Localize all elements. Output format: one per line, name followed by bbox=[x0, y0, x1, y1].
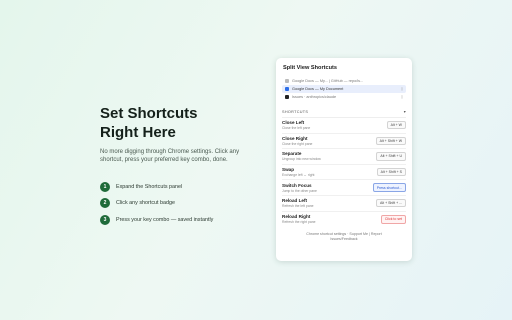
shortcut-desc: Refresh the right pane bbox=[282, 220, 316, 225]
step-item: 3 Press your key combo — saved instantly bbox=[100, 214, 270, 225]
shortcut-row: Separate Ungroup into new window Alt + Sh… bbox=[282, 149, 406, 165]
tab-list: Google Docs — My... | GitHub — repo/is..… bbox=[282, 77, 406, 101]
shortcut-badge[interactable]: Alt + Shift + S bbox=[376, 167, 406, 177]
shortcut-row: Reload Right Refresh the right pane Click… bbox=[282, 212, 406, 228]
shortcut-name: Reload Left bbox=[282, 198, 308, 204]
step-item: 1 Expand the Shortcuts panel bbox=[100, 181, 270, 192]
shortcut-name: Reload Right bbox=[282, 214, 311, 220]
tab-favicon-icon bbox=[285, 79, 289, 83]
step-number: 3 bbox=[100, 214, 110, 225]
shortcut-name: Separate bbox=[282, 151, 302, 157]
shortcut-desc: Close the right pane bbox=[282, 141, 313, 146]
github-favicon-icon bbox=[285, 95, 289, 99]
chevron-down-icon: ▾ bbox=[403, 109, 406, 114]
shortcut-list: Close Left Close the left pane Alt + W Cl… bbox=[282, 118, 406, 227]
shortcut-row: Close Right Close the right pane Alt + Sh… bbox=[282, 134, 406, 150]
shortcut-badge-recording[interactable]: Press shortcut... bbox=[372, 183, 406, 192]
hero-title: Set Shortcuts Right Here bbox=[100, 105, 198, 141]
shortcut-desc: Ungroup into new window bbox=[282, 157, 321, 162]
tab-item[interactable]: Google Docs — My... | GitHub — repo/is..… bbox=[282, 77, 406, 85]
step-text: Press your key combo — saved instantly bbox=[116, 216, 214, 223]
footer-links[interactable]: Chrome shortcut settings · Support Me | … bbox=[306, 232, 381, 236]
shortcut-name: Close Right bbox=[282, 135, 308, 141]
shortcut-badge[interactable]: Alt + W bbox=[386, 121, 406, 130]
shortcut-badge-unset[interactable]: Click to set bbox=[380, 215, 406, 224]
tab-label: Issues · anthropics/claude bbox=[292, 95, 337, 99]
shortcut-desc: Refresh the left pane bbox=[282, 204, 314, 209]
shortcuts-section-toggle[interactable]: SHORTCUTS ▾ bbox=[282, 109, 406, 118]
shortcut-row: Close Left Close the left pane Alt + W bbox=[282, 118, 406, 134]
step-number: 2 bbox=[100, 198, 110, 208]
shortcut-name: Close Left bbox=[282, 120, 305, 126]
tab-label: Google Docs — My Document bbox=[292, 87, 344, 91]
shortcut-row: Reload Left Refresh the left pane Alt + S… bbox=[282, 196, 406, 212]
step-number: 1 bbox=[100, 181, 110, 192]
shortcut-desc: Jump to the other pane bbox=[282, 188, 317, 193]
docs-favicon-icon bbox=[285, 87, 289, 91]
pane-icon: ▯ bbox=[401, 87, 403, 91]
tab-item-selected[interactable]: Google Docs — My Document ▯ bbox=[282, 85, 406, 93]
popup-title: Split View Shortcuts bbox=[283, 65, 337, 71]
extension-popup: Split View Shortcuts Google Docs — My...… bbox=[276, 58, 412, 261]
hero-section: Set Shortcuts Right Here No more digging… bbox=[100, 104, 270, 231]
hero-lead: No more digging through Chrome settings.… bbox=[100, 149, 240, 163]
step-item: 2 Click any shortcut badge bbox=[100, 198, 270, 209]
shortcut-name: Swap bbox=[282, 167, 294, 173]
shortcut-name: Switch Focus bbox=[282, 182, 312, 188]
popup-footer: Chrome shortcut settings · Support Me | … bbox=[282, 232, 406, 242]
shortcut-badge[interactable]: Alt + Shift + ... bbox=[376, 199, 406, 208]
shortcut-badge[interactable]: Alt + Shift + U bbox=[376, 152, 406, 161]
shortcut-desc: Close the left pane bbox=[282, 126, 311, 131]
step-text: Click any shortcut badge bbox=[116, 200, 176, 206]
footer-feedback-link[interactable]: Issues/Feedback bbox=[330, 237, 357, 241]
steps-list: 1 Expand the Shortcuts panel 2 Click any… bbox=[100, 181, 270, 225]
section-label: SHORTCUTS bbox=[282, 109, 309, 114]
tab-item[interactable]: Issues · anthropics/claude ▯ bbox=[282, 93, 406, 101]
tab-label: Google Docs — My... | GitHub — repo/is..… bbox=[292, 79, 364, 83]
shortcut-row: Switch Focus Jump to the other pane Press… bbox=[282, 180, 406, 196]
shortcut-desc: Exchange left ↔ right bbox=[282, 173, 315, 178]
shortcut-row: Swap Exchange left ↔ right Alt + Shift + … bbox=[282, 165, 406, 181]
shortcut-badge[interactable]: Alt + Shift + W bbox=[375, 136, 406, 146]
pane-icon: ▯ bbox=[401, 95, 403, 99]
step-text: Expand the Shortcuts panel bbox=[116, 183, 183, 190]
